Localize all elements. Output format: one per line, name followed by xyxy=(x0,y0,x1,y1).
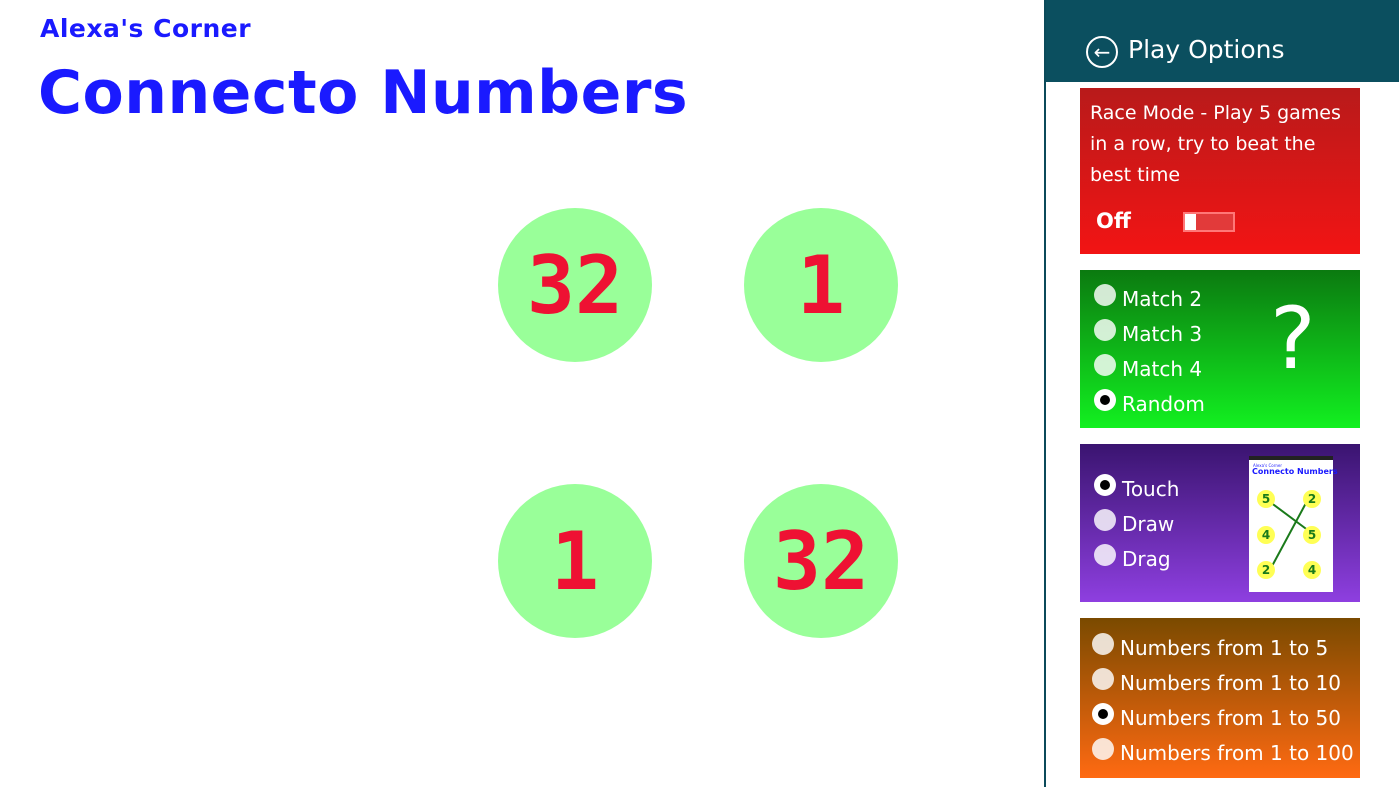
number-ball[interactable]: 1 xyxy=(744,208,898,362)
radio-button-icon xyxy=(1094,319,1116,341)
brand-label: Alexa's Corner xyxy=(40,14,252,43)
radio-button-selected-icon xyxy=(1094,474,1116,496)
number-ball[interactable]: 1 xyxy=(498,484,652,638)
race-mode-toggle[interactable] xyxy=(1183,212,1235,232)
option-label: Touch xyxy=(1122,477,1180,501)
preview-number: 5 xyxy=(1257,490,1275,508)
radio-touch[interactable]: Touch xyxy=(1094,474,1179,504)
toggle-knob xyxy=(1185,214,1196,230)
option-label: Match 2 xyxy=(1122,287,1203,311)
radio-range-1-5[interactable]: Numbers from 1 to 5 xyxy=(1092,633,1328,663)
number-range-card: Numbers from 1 to 5 Numbers from 1 to 10… xyxy=(1080,618,1360,778)
radio-match-4[interactable]: Match 4 xyxy=(1094,354,1202,384)
race-mode-description: Race Mode - Play 5 games in a row, try t… xyxy=(1090,102,1341,186)
page-title: Connecto Numbers xyxy=(38,58,689,128)
radio-match-3[interactable]: Match 3 xyxy=(1094,319,1202,349)
radio-range-1-10[interactable]: Numbers from 1 to 10 xyxy=(1092,668,1341,698)
radio-match-2[interactable]: Match 2 xyxy=(1094,284,1202,314)
radio-button-icon xyxy=(1094,544,1116,566)
question-mark-icon[interactable]: ? xyxy=(1270,296,1316,382)
radio-random[interactable]: Random xyxy=(1094,389,1205,419)
back-arrow-icon[interactable]: ← xyxy=(1086,36,1118,68)
option-label: Numbers from 1 to 10 xyxy=(1120,671,1341,695)
number-ball[interactable]: 32 xyxy=(498,208,652,362)
radio-button-selected-icon xyxy=(1094,389,1116,411)
panel-header: ← Play Options xyxy=(1046,0,1399,82)
option-label: Draw xyxy=(1122,512,1175,536)
race-mode-state: Off xyxy=(1096,209,1131,233)
play-options-panel: ← Play Options Race Mode - Play 5 games … xyxy=(1044,0,1399,787)
radio-button-icon xyxy=(1092,633,1114,655)
option-label: Drag xyxy=(1122,547,1171,571)
option-label: Random xyxy=(1122,392,1205,416)
radio-range-1-50[interactable]: Numbers from 1 to 50 xyxy=(1092,703,1341,733)
radio-button-icon xyxy=(1094,509,1116,531)
panel-title: Play Options xyxy=(1128,35,1285,64)
radio-drag[interactable]: Drag xyxy=(1094,544,1171,574)
radio-button-icon xyxy=(1092,738,1114,760)
input-mode-card: Touch Draw Drag Alexa's Corner Connecto … xyxy=(1080,444,1360,602)
preview-number: 2 xyxy=(1257,561,1275,579)
radio-draw[interactable]: Draw xyxy=(1094,509,1174,539)
match-options-card: Match 2 Match 3 Match 4 Random ? xyxy=(1080,270,1360,428)
option-label: Numbers from 1 to 100 xyxy=(1120,741,1354,765)
preview-number: 4 xyxy=(1303,561,1321,579)
radio-button-icon xyxy=(1094,354,1116,376)
option-label: Match 3 xyxy=(1122,322,1203,346)
preview-number: 4 xyxy=(1257,526,1275,544)
radio-button-icon xyxy=(1094,284,1116,306)
radio-range-1-100[interactable]: Numbers from 1 to 100 xyxy=(1092,738,1354,768)
preview-number: 5 xyxy=(1303,526,1321,544)
mode-preview-thumbnail: Alexa's Corner Connecto Numbers 5 2 4 5 … xyxy=(1249,456,1338,592)
radio-button-selected-icon xyxy=(1092,703,1114,725)
radio-button-icon xyxy=(1092,668,1114,690)
option-label: Numbers from 1 to 50 xyxy=(1120,706,1341,730)
number-ball[interactable]: 32 xyxy=(744,484,898,638)
preview-number: 2 xyxy=(1303,490,1321,508)
race-mode-card: Race Mode - Play 5 games in a row, try t… xyxy=(1080,88,1360,254)
option-label: Numbers from 1 to 5 xyxy=(1120,636,1329,660)
option-label: Match 4 xyxy=(1122,357,1203,381)
